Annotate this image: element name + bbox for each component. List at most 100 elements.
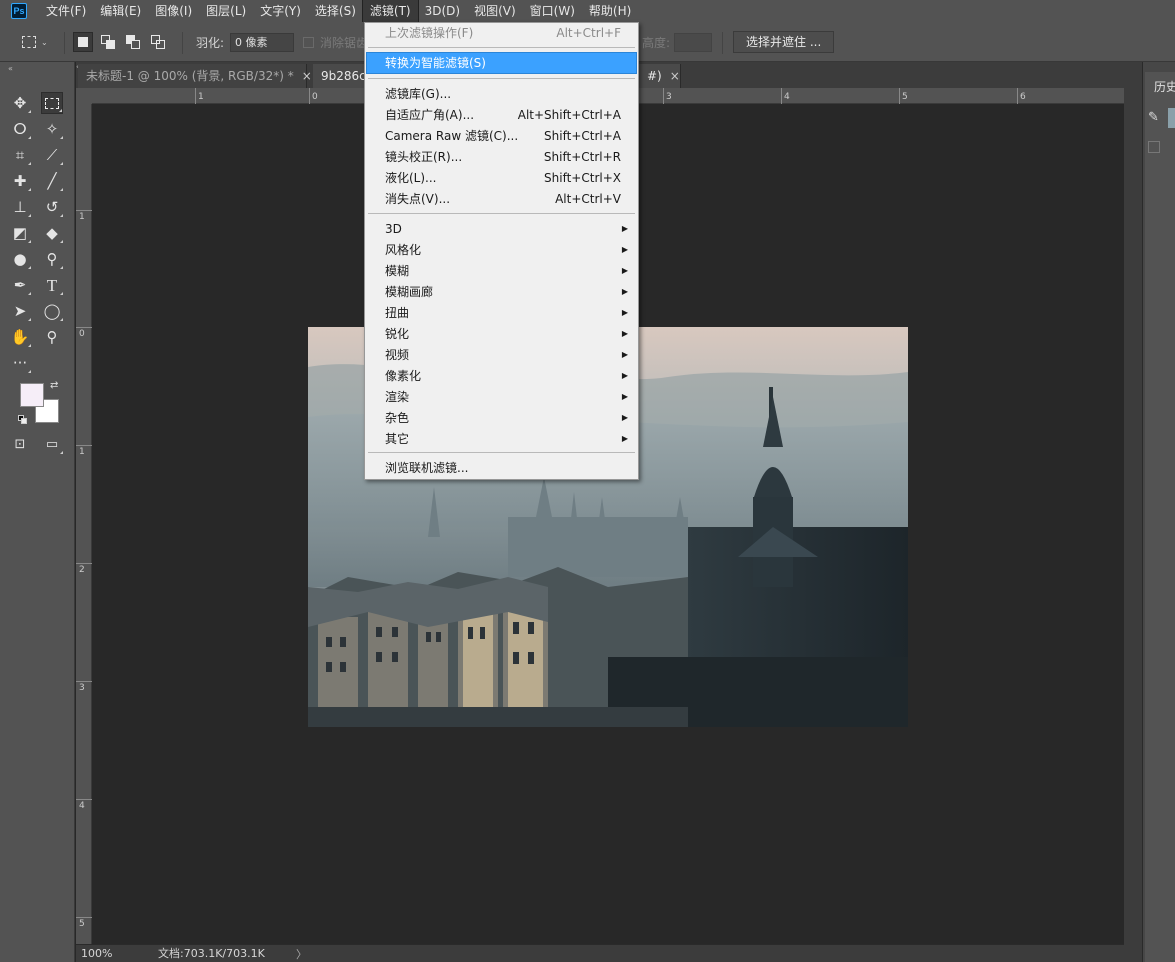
menu-item-shortcut: Alt+Ctrl+F xyxy=(556,26,621,40)
antialias-checkbox[interactable] xyxy=(303,36,314,48)
type-tool-icon[interactable]: T xyxy=(41,274,63,296)
filter-menu-item[interactable]: 滤镜库(G)... xyxy=(367,84,636,104)
menu-item-label: 其它 xyxy=(385,432,410,446)
height-label: 高度: xyxy=(642,35,671,50)
filter-menu-item[interactable]: 浏览联机滤镜... xyxy=(367,458,636,478)
clone-stamp-tool-icon[interactable]: ⊥ xyxy=(9,196,31,218)
healing-brush-tool-icon[interactable]: ✚ xyxy=(9,170,31,192)
filter-menu-item[interactable]: 风格化 ▶ xyxy=(367,240,636,260)
filter-menu-item[interactable]: 3D ▶ xyxy=(367,219,636,239)
menu-filter[interactable]: 滤镜(T) xyxy=(361,0,419,23)
history-panel-tab[interactable]: 历史 xyxy=(1145,72,1175,98)
menu-item-label: 自适应广角(A)... xyxy=(385,108,475,122)
filter-menu-item[interactable]: 扭曲 ▶ xyxy=(367,303,636,323)
filter-menu-item[interactable]: 转换为智能滤镜(S) xyxy=(366,52,637,74)
close-icon[interactable]: × xyxy=(670,69,680,83)
add-selection-button[interactable] xyxy=(98,32,118,52)
intersect-selection-button[interactable] xyxy=(148,32,168,52)
menu-edit[interactable]: 编辑(E) xyxy=(93,0,148,22)
pen-tool-icon[interactable]: ✒ xyxy=(9,274,31,296)
ruler-tick xyxy=(76,917,92,918)
menu-type[interactable]: 文字(Y) xyxy=(253,0,308,22)
snapshot-thumbnail[interactable] xyxy=(1168,108,1175,128)
zoom-tool-icon[interactable]: ⚲ xyxy=(41,326,63,348)
ruler-label: 4 xyxy=(79,801,85,811)
divider xyxy=(722,32,723,54)
subtract-selection-button[interactable] xyxy=(123,32,143,52)
zoom-level-field[interactable]: 100% xyxy=(81,947,129,961)
history-state-checkbox[interactable] xyxy=(1148,141,1160,153)
menu-select[interactable]: 选择(S) xyxy=(308,0,363,22)
menu-item-label: 风格化 xyxy=(385,243,422,257)
filter-menu-item[interactable]: 模糊 ▶ xyxy=(367,261,636,281)
dodge-tool-icon[interactable]: ⚲ xyxy=(41,248,63,270)
swap-colors-icon[interactable]: ⇄ xyxy=(50,380,58,391)
menu-item-label: 锐化 xyxy=(385,327,410,341)
brush-tool-icon[interactable]: ╱ xyxy=(41,170,63,192)
feather-input[interactable]: 0 像素 xyxy=(230,32,295,52)
magic-wand-tool-icon[interactable]: ✧ xyxy=(41,118,63,140)
filter-menu-item[interactable]: 视频 ▶ xyxy=(367,345,636,365)
quick-mask-icon[interactable]: ⊡ xyxy=(9,433,31,455)
rect-marquee-tool-icon[interactable] xyxy=(41,92,63,114)
menu-window[interactable]: 窗口(W) xyxy=(523,0,582,22)
menu-item-label: 液化(L)... xyxy=(385,171,437,185)
eraser-tool-icon[interactable]: ◩ xyxy=(9,222,31,244)
history-brush-icon[interactable]: ✎ xyxy=(1148,110,1159,125)
menu-separator xyxy=(368,452,635,453)
collapse-panel-icon[interactable]: « xyxy=(8,64,13,73)
filter-menu-item[interactable]: 模糊画廊 ▶ xyxy=(367,282,636,302)
vertical-scrollbar[interactable] xyxy=(1124,62,1142,962)
path-selection-tool-icon[interactable]: ➤ xyxy=(9,300,31,322)
menu-help[interactable]: 帮助(H) xyxy=(582,0,638,22)
eyedropper-tool-icon[interactable]: ⟋ xyxy=(41,144,63,166)
filter-menu-item[interactable]: 消失点(V)... Alt+Ctrl+V xyxy=(367,189,636,209)
chevron-right-icon[interactable]: 〉 xyxy=(296,946,307,962)
submenu-arrow-icon: ▶ xyxy=(621,413,628,422)
filter-menu-item[interactable]: 渲染 ▶ xyxy=(367,387,636,407)
filter-menu-item[interactable]: 液化(L)... Shift+Ctrl+X xyxy=(367,168,636,188)
photoshop-window: Ps 文件(F) 编辑(E) 图像(I) 图层(L) 文字(Y) 选择(S) 滤… xyxy=(0,0,1175,962)
select-and-mask-button[interactable]: 选择并遮住 ... xyxy=(733,31,835,53)
tools-panel: « ✥ ⵔ ✧ ⌗ ⟋ ✚ ╱ ⊥ ↺ ◩ ◆ ● ⚲ ✒ T ➤ ◯ ✋ ⚲ … xyxy=(0,62,75,962)
filter-menu-item[interactable]: 像素化 ▶ xyxy=(367,366,636,386)
filter-menu-item[interactable]: 其它 ▶ xyxy=(367,429,636,449)
ruler-label: 1 xyxy=(79,212,85,222)
submenu-arrow-icon: ▶ xyxy=(621,392,628,401)
filter-menu-dropdown: 上次滤镜操作(F) Alt+Ctrl+F 转换为智能滤镜(S) 滤镜库(G)... 自适… xyxy=(364,22,639,480)
menu-file[interactable]: 文件(F) xyxy=(39,0,93,22)
tab-label: 未标题-1 @ 100% (背景, RGB/32*) * xyxy=(86,69,294,83)
paint-bucket-tool-icon[interactable]: ◆ xyxy=(41,222,63,244)
screen-mode-icon[interactable]: ▭ xyxy=(41,433,63,455)
menu-3d[interactable]: 3D(D) xyxy=(418,0,467,22)
antialias-label: 消除锯齿 xyxy=(320,35,369,50)
filter-menu-item[interactable]: 杂色 ▶ xyxy=(367,408,636,428)
foreground-color-swatch[interactable] xyxy=(20,383,44,407)
menu-layer[interactable]: 图层(L) xyxy=(199,0,253,22)
blur-tool-icon[interactable]: ● xyxy=(9,248,31,270)
filter-menu-item[interactable]: 自适应广角(A)... Alt+Shift+Ctrl+A xyxy=(367,105,636,125)
tab-9b286c-end[interactable]: #) × xyxy=(639,64,681,88)
tab-untitled[interactable]: 未标题-1 @ 100% (背景, RGB/32*) * × xyxy=(78,64,312,88)
lasso-tool-icon[interactable]: ⵔ xyxy=(9,118,31,140)
ruler-tick xyxy=(76,210,92,211)
filter-menu-item: 上次滤镜操作(F) Alt+Ctrl+F xyxy=(367,23,636,43)
hand-tool-icon[interactable]: ✋ xyxy=(9,326,31,348)
tool-preset-picker[interactable]: ⌄ xyxy=(22,22,48,62)
crop-tool-icon[interactable]: ⌗ xyxy=(9,144,31,166)
filter-menu-item[interactable]: 镜头校正(R)... Shift+Ctrl+R xyxy=(367,147,636,167)
ruler-origin[interactable] xyxy=(76,88,92,104)
ellipse-tool-icon[interactable]: ◯ xyxy=(41,300,63,322)
default-colors-icon[interactable] xyxy=(18,415,27,424)
menu-image[interactable]: 图像(I) xyxy=(148,0,199,22)
new-selection-button[interactable] xyxy=(73,32,93,52)
vertical-ruler[interactable]: 1 0 1 2 3 4 5 xyxy=(76,104,92,944)
history-brush-tool-icon[interactable]: ↺ xyxy=(41,196,63,218)
menu-view[interactable]: 视图(V) xyxy=(467,0,523,22)
move-tool-icon[interactable]: ✥ xyxy=(9,92,31,114)
filter-menu-item[interactable]: Camera Raw 滤镜(C)... Shift+Ctrl+A xyxy=(367,126,636,146)
filter-menu-item[interactable]: 锐化 ▶ xyxy=(367,324,636,344)
height-input[interactable] xyxy=(674,32,713,52)
more-tools-icon[interactable]: ··· xyxy=(9,352,31,374)
close-icon[interactable]: × xyxy=(302,69,312,83)
